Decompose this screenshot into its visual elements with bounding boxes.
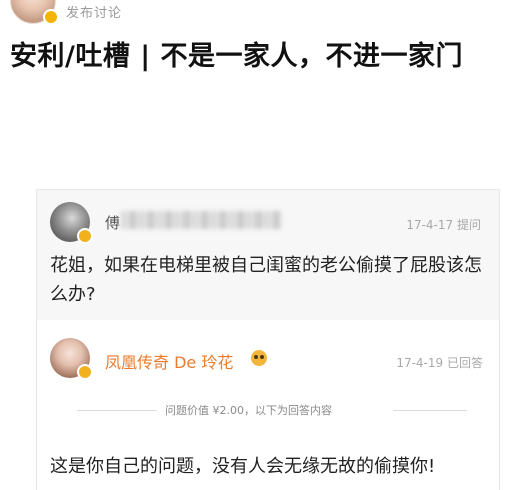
asker-name[interactable]: 傅 — [105, 212, 120, 233]
question-meta: 17-4-17 提问 — [406, 216, 481, 233]
answer-text: 这是你自己的问题，没有人会无缘无故的偷摸你! — [50, 456, 436, 477]
question-value-text: 问题价值 ¥2.00，以下为回答内容 — [165, 404, 332, 417]
post-action-label: 发布讨论 — [66, 6, 123, 21]
asker-avatar[interactable] — [50, 202, 93, 244]
answerer-name[interactable]: 凤凰传奇 De 玲花 — [105, 349, 233, 373]
redacted-name-blur — [121, 211, 281, 229]
post-header: 发布讨论 — [0, 0, 527, 26]
qa-card[interactable]: 傅 17-4-17 提问 花姐，如果在电梯里被自己闺蜜的老公偷摸了屁股该怎么办?… — [36, 189, 500, 490]
verified-badge-icon — [77, 228, 93, 244]
post-title: 安利/吐槽 | 不是一家人，不进一家门 — [10, 41, 464, 72]
question-text: 花姐，如果在电梯里被自己闺蜜的老公偷摸了屁股该怎么办? — [50, 255, 482, 305]
answerer-avatar[interactable] — [50, 338, 93, 380]
divider-line-right — [393, 410, 467, 411]
answer-divider: 问题价值 ¥2.00，以下为回答内容 — [37, 402, 499, 418]
smiley-emoji-icon — [251, 350, 267, 366]
divider-line-left — [77, 410, 157, 411]
verified-badge-icon — [43, 9, 59, 25]
question-date: 17-4-17 — [406, 218, 454, 232]
author-avatar[interactable] — [10, 0, 59, 25]
answer-meta: 17-4-19 已回答 — [396, 354, 483, 371]
question-block: 傅 17-4-17 提问 花姐，如果在电梯里被自己闺蜜的老公偷摸了屁股该怎么办? — [37, 190, 499, 320]
question-status: 提问 — [456, 218, 481, 232]
answer-status: 已回答 — [446, 356, 483, 370]
answer-date: 17-4-19 — [396, 356, 444, 370]
verified-badge-icon — [77, 364, 93, 380]
